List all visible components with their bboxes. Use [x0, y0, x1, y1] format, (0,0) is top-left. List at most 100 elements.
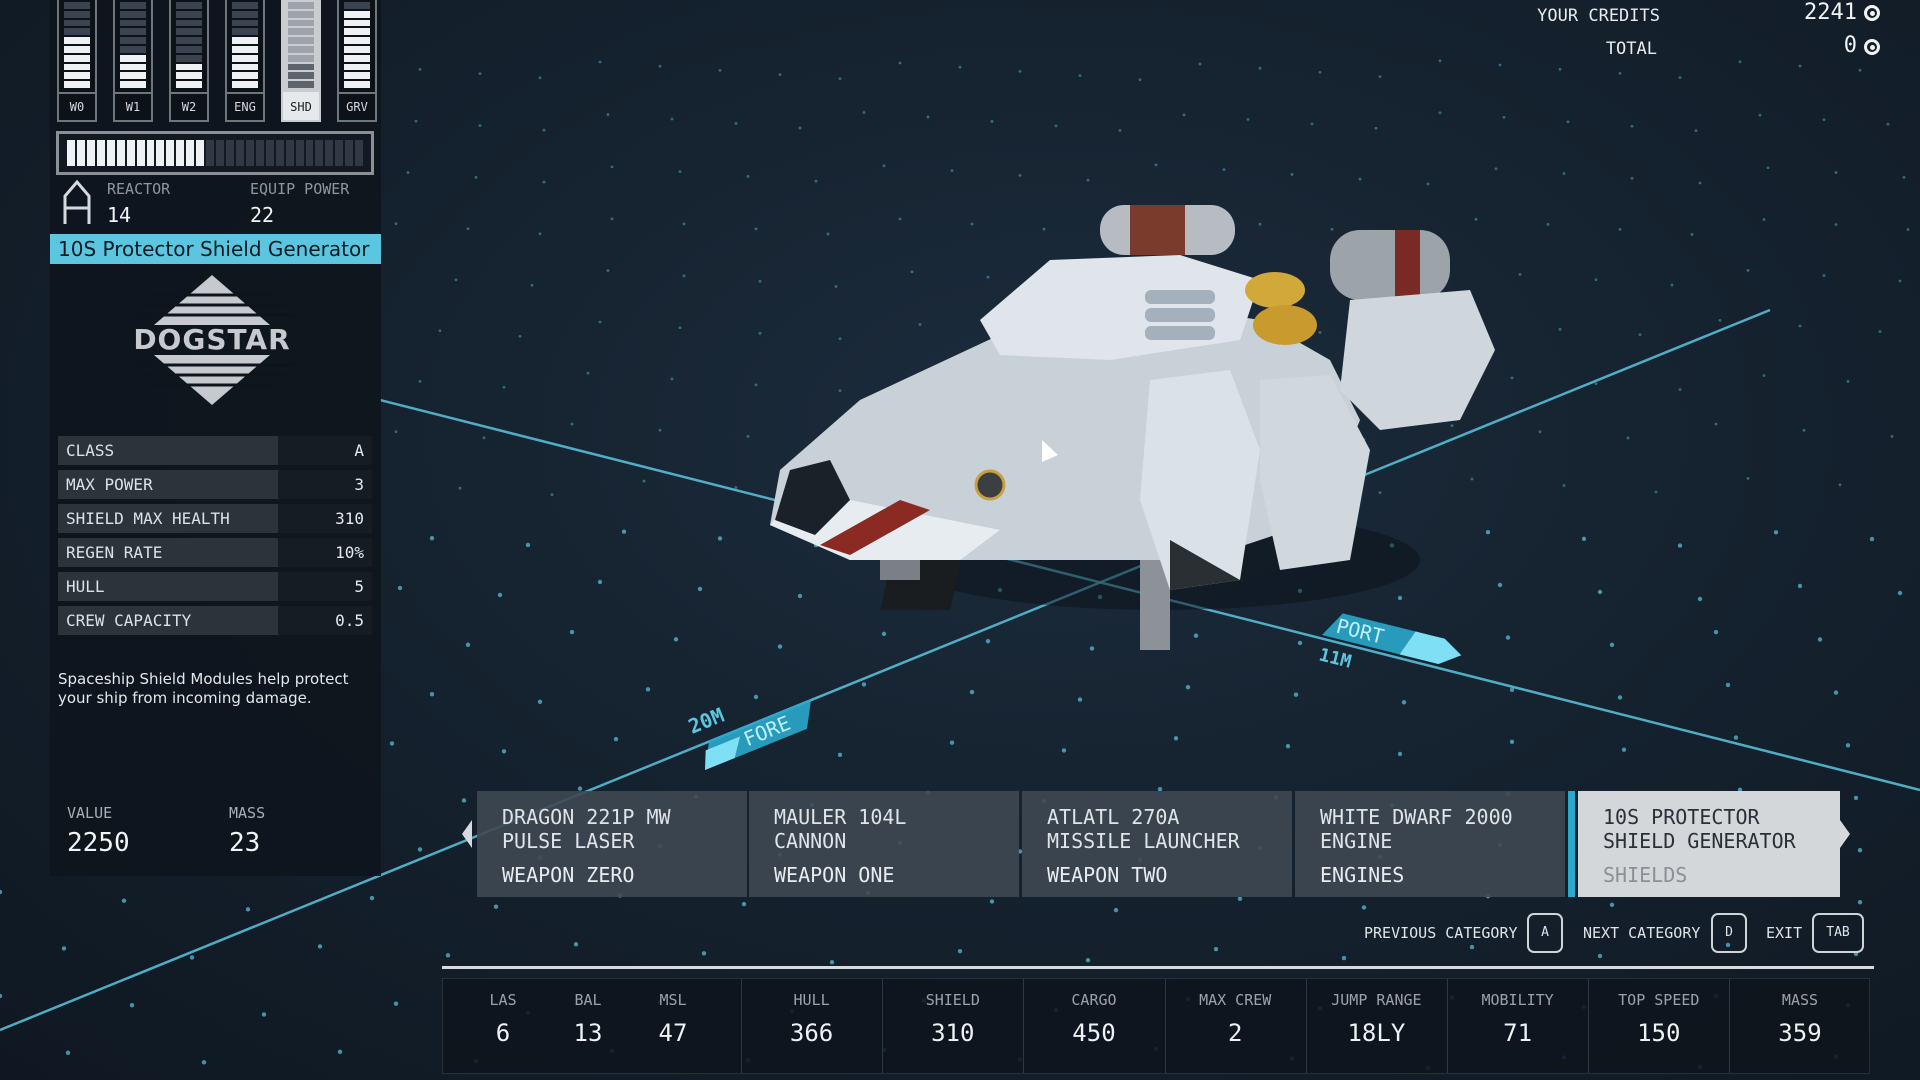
grid-dot [985, 638, 991, 644]
reactor-segment [176, 140, 185, 166]
power-segment [120, 28, 146, 36]
grid-dot [586, 371, 590, 375]
grid-dot [1597, 589, 1603, 595]
module-card-name: MAULER 104L CANNON [774, 805, 907, 853]
grid-dot [1341, 955, 1347, 961]
reactor-segment [216, 140, 224, 166]
grid-dot [1797, 583, 1803, 589]
grid-dot [957, 949, 963, 954]
stat-row-class: CLASS A [58, 436, 372, 465]
grid-dot [1293, 692, 1299, 697]
ship-model[interactable] [770, 205, 1495, 650]
grid-dot [1758, 113, 1762, 117]
grid-dot [1330, 227, 1334, 231]
reactor-segment [156, 140, 165, 166]
power-segment [288, 45, 314, 53]
grid-dot [0, 889, 3, 895]
grid-dot [1173, 736, 1179, 741]
power-column-grv[interactable]: GRV [337, 0, 377, 122]
grid-dot [741, 901, 747, 907]
value-label: VALUE [67, 804, 113, 822]
power-column-label: W0 [59, 92, 95, 120]
power-column-eng[interactable]: ENG [225, 0, 265, 122]
grid-dot [1630, 176, 1634, 180]
power-segment [288, 81, 314, 88]
grid-dot [862, 111, 866, 114]
next-category-key[interactable]: D [1711, 913, 1747, 953]
total-coin-icon [1864, 39, 1880, 55]
carousel-prev-arrow[interactable] [462, 820, 472, 848]
reactor-segment [196, 140, 205, 166]
power-segment [288, 54, 314, 62]
power-segment [120, 72, 146, 80]
stat-value: 5 [278, 572, 372, 601]
grid-dot [1738, 60, 1742, 64]
grid-dot [1833, 690, 1839, 695]
power-column-label: GRV [339, 92, 375, 120]
ship-stat-value: 71 [1503, 1019, 1533, 1047]
ship-stats-bar: LAS 6 BAL 13 MSL 47 HULL 366 SHIELD 310 CARGO 450 MA… [442, 978, 1870, 1074]
grid-dot [1193, 633, 1199, 638]
grid-dot [1566, 120, 1570, 124]
ship-stat-value: 47 [658, 1019, 688, 1047]
power-column-shd[interactable]: SHD [281, 0, 321, 122]
grid-dot [1397, 751, 1403, 757]
module-card-category: WEAPON ONE [774, 863, 895, 887]
module-card[interactable]: DRAGON 221P MW PULSE LASER WEAPON ZERO [477, 791, 747, 897]
grid-dot [1154, 163, 1158, 167]
grid-dot [1713, 629, 1719, 635]
stat-row-hull: HULL 5 [58, 572, 372, 601]
ship-stat-value: 2 [1227, 1019, 1243, 1047]
stat-row-regen-rate: REGEN RATE 10% [58, 538, 372, 567]
power-segment [232, 10, 258, 18]
stat-label: SHIELD MAX HEALTH [66, 509, 230, 528]
power-column-w2[interactable]: W2 [169, 0, 209, 122]
grid-dot [1846, 379, 1850, 383]
grid-dot [1762, 218, 1766, 221]
power-column-w1[interactable]: W1 [113, 0, 153, 122]
reactor-segment [255, 140, 264, 166]
module-card[interactable]: MAULER 104L CANNON WEAPON ONE [749, 791, 1019, 897]
grid-dot [61, 946, 67, 951]
module-card[interactable]: WHITE DWARF 2000 ENGINE ENGINES [1295, 791, 1565, 897]
grid-dot [1698, 181, 1702, 185]
grid-dot [1621, 747, 1627, 752]
grid-dot [189, 955, 195, 960]
power-segment [176, 72, 202, 80]
fore-distance: 20M [685, 703, 727, 739]
grid-dot [1061, 748, 1067, 753]
grid-dot [610, 217, 614, 221]
power-segment [176, 28, 202, 36]
exit-label: EXIT [1766, 924, 1803, 942]
carousel-next-arrow[interactable] [1840, 820, 1850, 848]
grid-dot [0, 993, 3, 999]
grid-dot [1222, 168, 1226, 172]
grid-dot [1562, 172, 1566, 175]
grid-dot [1617, 695, 1623, 700]
module-card-name: 10S PROTECTOR SHIELD GENERATOR [1603, 805, 1796, 853]
module-card[interactable]: 10S PROTECTOR SHIELD GENERATOR SHIELDS [1578, 791, 1840, 897]
grid-dot [838, 337, 842, 341]
manufacturer-name: DOGSTAR [133, 323, 290, 356]
exit-key[interactable]: TAB [1812, 913, 1864, 953]
module-card[interactable]: ATLATL 270A MISSILE LAUNCHER WEAPON TWO [1022, 791, 1292, 897]
grid-dot [65, 1050, 71, 1055]
power-segment [120, 81, 146, 88]
grid-dot [573, 942, 579, 947]
grid-dot [525, 542, 531, 548]
power-column-w0[interactable]: W0 [57, 0, 97, 122]
grid-dot [1077, 697, 1083, 702]
grid-dot [393, 1001, 399, 1006]
stat-label: HULL [66, 577, 105, 596]
grid-dot [1746, 268, 1750, 272]
stat-row-shield-max-health: SHIELD MAX HEALTH 310 [58, 504, 372, 533]
grid-dot [1822, 118, 1826, 122]
value-amount: 2250 [67, 828, 130, 858]
power-segment [176, 81, 202, 88]
ship-stat-shield: SHIELD 310 [882, 979, 1025, 1073]
grid-dot [1285, 743, 1291, 749]
previous-category-key[interactable]: A [1527, 913, 1563, 953]
grid-dot [1558, 67, 1562, 71]
grid-dot [1733, 735, 1739, 740]
grid-dot [986, 275, 990, 279]
